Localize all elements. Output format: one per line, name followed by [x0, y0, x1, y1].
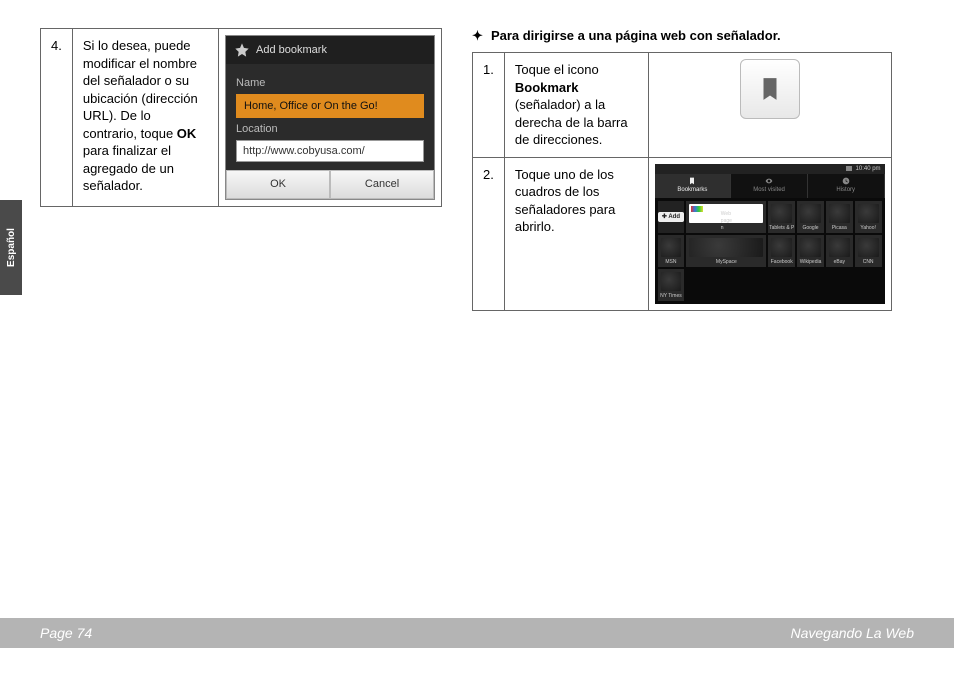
step1-image-cell — [648, 53, 891, 158]
page-content: 4. Si lo desea, puede modificar el nombr… — [0, 0, 954, 311]
step1-text: Toque el icono Bookmark (señalador) a la… — [504, 53, 648, 158]
cell-label: CNN — [863, 259, 874, 267]
add-label: Add — [668, 214, 680, 220]
add-bookmark-dialog: Add bookmark Name Location OK Cancel — [225, 35, 435, 200]
tab-most-visited[interactable]: Most visited — [731, 174, 808, 198]
tab-history-label: History — [836, 186, 855, 194]
language-tab: Español — [0, 200, 22, 295]
name-label: Name — [236, 76, 424, 91]
cell-label: Yahoo! — [860, 225, 875, 233]
name-input[interactable] — [236, 94, 424, 118]
bookmark-cell[interactable]: Tablets & P — [768, 201, 795, 233]
ok-button[interactable]: OK — [226, 170, 330, 199]
bookmark-cell[interactable]: Picasa — [826, 201, 853, 233]
section-heading: ✦ Para dirigirse a una página web con señ… — [472, 28, 892, 44]
step-text-bold: OK — [177, 126, 197, 141]
step1-b: (señalador) a la derecha de la barra de … — [515, 97, 628, 147]
eye-icon — [765, 177, 773, 185]
status-bar: 10:40 pm — [655, 164, 885, 174]
language-label: Español — [6, 228, 17, 267]
add-bookmark-cell[interactable]: ✚ Add — [658, 201, 685, 233]
bookmark-cell[interactable]: Wikipedia — [797, 235, 824, 267]
cell-label: MSN — [665, 259, 676, 267]
bookmark-cell[interactable]: NY Times — [658, 269, 685, 301]
left-column: 4. Si lo desea, puede modificar el nombr… — [40, 28, 442, 311]
plus-icon: ✚ — [662, 214, 667, 220]
bookmark-cell[interactable]: MSN — [658, 235, 685, 267]
tab-most-label: Most visited — [753, 186, 785, 194]
cell-label: Tablets & P — [769, 225, 794, 233]
bookmark-tile[interactable] — [740, 59, 800, 119]
step2-number: 2. — [473, 157, 505, 310]
bookmark-cell[interactable]: Web page n — [686, 201, 766, 233]
cell-label: eBay — [834, 259, 845, 267]
star-icon — [234, 42, 250, 58]
signal-icon — [846, 166, 852, 171]
dialog-title: Add bookmark — [256, 43, 327, 58]
right-steps-table: 1. Toque el icono Bookmark (señalador) a… — [472, 52, 892, 311]
bookmark-cell[interactable]: eBay — [826, 235, 853, 267]
bookmark-icon — [757, 76, 783, 102]
step2-image-cell: 10:40 pm Bookmarks Most visited — [648, 157, 891, 310]
heading-text: Para dirigirse a una página web con seña… — [491, 28, 781, 43]
status-time: 10:40 pm — [856, 165, 881, 173]
tab-bookmarks-label: Bookmarks — [677, 186, 707, 194]
bookmarks-screen: 10:40 pm Bookmarks Most visited — [655, 164, 885, 304]
tab-history[interactable]: History — [808, 174, 885, 198]
bookmark-cell[interactable]: CNN — [855, 235, 882, 267]
bookmark-cell[interactable]: Yahoo! — [855, 201, 882, 233]
cell-label: MySpace — [716, 259, 737, 267]
step1-bold: Bookmark — [515, 80, 579, 95]
location-input[interactable] — [236, 140, 424, 162]
step1-a: Toque el icono — [515, 62, 599, 77]
bookmark-cell[interactable]: MySpace — [686, 235, 766, 267]
cell-label: Google — [802, 225, 818, 233]
cell-label: Picasa — [832, 225, 847, 233]
dialog-buttons: OK Cancel — [226, 170, 434, 199]
step-text: Si lo desea, puede modificar el nombre d… — [72, 29, 218, 207]
page-number: Page 74 — [40, 625, 92, 641]
step-image-cell: Add bookmark Name Location OK Cancel — [219, 29, 442, 207]
bookmark-cell[interactable]: Facebook — [768, 235, 795, 267]
cancel-button[interactable]: Cancel — [330, 170, 434, 199]
dialog-header: Add bookmark — [226, 36, 434, 64]
bookmarks-tabs: Bookmarks Most visited History — [655, 174, 885, 198]
step-text-b: para finalizar el agregado de un señalad… — [83, 143, 174, 193]
cell-label: Wikipedia — [800, 259, 822, 267]
step-number: 4. — [41, 29, 73, 207]
dialog-body: Name Location — [226, 64, 434, 170]
bookmark-cell[interactable]: Google — [797, 201, 824, 233]
diamond-icon: ✦ — [472, 28, 483, 44]
tab-bookmarks[interactable]: Bookmarks — [655, 174, 732, 198]
section-name: Navegando La Web — [791, 625, 915, 641]
cell-label: NY Times — [660, 293, 682, 301]
cell-label: Facebook — [771, 259, 793, 267]
bookmarks-grid: ✚ Add Web page n Tablets & P Google Pica… — [655, 198, 885, 304]
bookmarks-tab-icon — [688, 177, 696, 185]
left-steps-table: 4. Si lo desea, puede modificar el nombr… — [40, 28, 442, 207]
cell-label: Web page n — [721, 211, 732, 232]
clock-icon — [842, 177, 850, 185]
location-label: Location — [236, 122, 424, 137]
right-column: ✦ Para dirigirse a una página web con señ… — [472, 28, 892, 311]
step2-text: Toque uno de los cuadros de los señalado… — [504, 157, 648, 310]
page-footer: Page 74 Navegando La Web — [0, 618, 954, 648]
step1-number: 1. — [473, 53, 505, 158]
